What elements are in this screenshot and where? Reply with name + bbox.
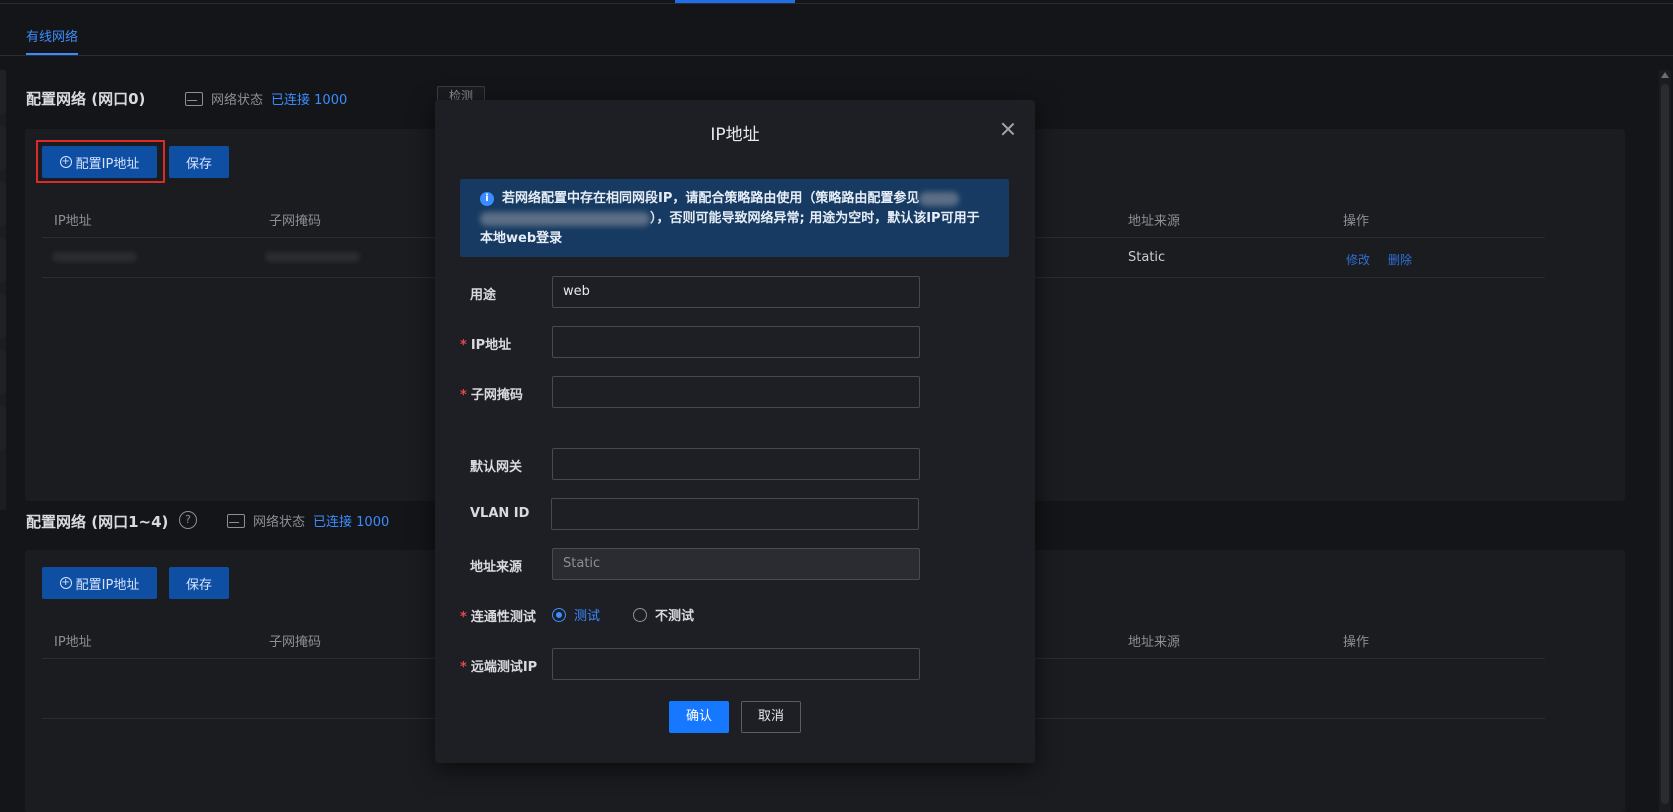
- scroll-up-icon[interactable]: [1661, 72, 1669, 78]
- left-sidebar-strip: [0, 70, 6, 510]
- mask-input[interactable]: [552, 376, 920, 408]
- sidebar-item[interactable]: [0, 406, 6, 450]
- blurred-link: [480, 211, 650, 226]
- radio-unchecked-icon: [633, 607, 647, 622]
- ip-label-text: IP地址: [470, 338, 512, 353]
- vlan-input[interactable]: [551, 498, 919, 530]
- source-label: 地址来源: [470, 560, 523, 575]
- connectivity-label: * 连通性测试: [460, 606, 536, 625]
- status-label: 网络状态: [211, 93, 264, 108]
- blurred-link: [919, 191, 960, 206]
- blurred-ip-value: [52, 252, 137, 262]
- save-button-port1-4[interactable]: 保存: [169, 567, 229, 599]
- usage-input[interactable]: web: [552, 276, 920, 308]
- sidebar-item[interactable]: [0, 182, 6, 226]
- config-ip-label: 配置IP地址: [75, 156, 140, 172]
- column-header-mask: 子网掩码: [269, 214, 322, 229]
- vlan-label: VLAN ID: [470, 506, 530, 521]
- config-ip-button-port1-4[interactable]: + 配置IP地址: [42, 567, 157, 599]
- radio-no-test-label: 不测试: [655, 609, 695, 624]
- mask-label: * 子网掩码: [460, 384, 523, 403]
- info-icon: i: [480, 192, 494, 206]
- sidebar-item[interactable]: [0, 126, 6, 170]
- radio-test-label: 测试: [574, 609, 601, 624]
- dialog-title: IP地址: [710, 125, 760, 145]
- remote-ip-input[interactable]: [552, 648, 920, 680]
- sidebar-item[interactable]: [0, 70, 6, 114]
- top-nav-active-indicator: [675, 0, 795, 3]
- confirm-button[interactable]: 确认: [669, 701, 729, 733]
- row-source-value: Static: [1128, 250, 1166, 265]
- column-header-actions: 操作: [1343, 635, 1370, 650]
- sidebar-item[interactable]: [0, 350, 6, 394]
- column-header-source: 地址来源: [1128, 635, 1181, 650]
- column-header-ip: IP地址: [54, 635, 92, 650]
- source-input: Static: [552, 548, 920, 580]
- column-header-mask: 子网掩码: [269, 635, 322, 650]
- help-icon[interactable]: ?: [179, 511, 197, 529]
- usage-label: 用途: [470, 288, 497, 303]
- scroll-thumb[interactable]: [1661, 84, 1669, 804]
- config-ip-label: 配置IP地址: [75, 577, 140, 593]
- plus-circle-icon: +: [59, 156, 72, 168]
- close-icon[interactable]: [1001, 122, 1015, 136]
- gateway-label: 默认网关: [470, 460, 523, 475]
- column-header-source: 地址来源: [1128, 214, 1181, 229]
- column-header-ip: IP地址: [54, 214, 92, 229]
- radio-test[interactable]: 测试: [552, 605, 600, 624]
- blurred-mask-value: [265, 252, 360, 262]
- plus-circle-icon: +: [59, 577, 72, 589]
- monitor-icon: [227, 513, 245, 528]
- tab-bar: 有线网络: [0, 20, 1673, 56]
- monitor-icon: [185, 91, 203, 106]
- page-scrollbar[interactable]: [1659, 70, 1671, 812]
- config-ip-button-port0[interactable]: + 配置IP地址: [42, 146, 157, 178]
- ip-label: * IP地址: [460, 334, 511, 353]
- save-button-port0[interactable]: 保存: [169, 146, 229, 178]
- required-mark: *: [460, 338, 467, 353]
- network-status-port0: 网络状态 已连接 1000: [185, 89, 347, 108]
- remote-ip-label-text: 远端测试IP: [470, 660, 538, 675]
- sidebar-item[interactable]: [0, 238, 6, 282]
- section-title-port0: 配置网络 (网口0): [26, 90, 146, 108]
- status-value: 已连接 1000: [313, 515, 390, 530]
- radio-checked-icon: [552, 607, 566, 622]
- status-label: 网络状态: [253, 515, 306, 530]
- section-title-port1-4: 配置网络 (网口1~4): [26, 513, 169, 531]
- status-value: 已连接 1000: [271, 93, 348, 108]
- mask-label-text: 子网掩码: [470, 388, 523, 403]
- required-mark: *: [460, 660, 467, 675]
- alert-text-part1: 若网络配置中存在相同网段IP，请配合策略路由使用（策略路由配置参见: [502, 191, 920, 206]
- delete-link[interactable]: 删除: [1388, 251, 1412, 268]
- remote-ip-label: * 远端测试IP: [460, 656, 537, 675]
- required-mark: *: [460, 610, 467, 625]
- cancel-button[interactable]: 取消: [741, 701, 801, 733]
- required-mark: *: [460, 388, 467, 403]
- column-header-actions: 操作: [1343, 214, 1370, 229]
- network-status-port1-4: 网络状态 已连接 1000: [227, 511, 389, 530]
- edit-link[interactable]: 修改: [1346, 251, 1370, 268]
- radio-no-test[interactable]: 不测试: [633, 605, 694, 624]
- tab-wired-network[interactable]: 有线网络: [26, 26, 79, 55]
- sidebar-item[interactable]: [0, 294, 6, 338]
- ip-address-dialog: IP地址 i 若网络配置中存在相同网段IP，请配合策略路由使用（策略路由配置参见 …: [435, 100, 1035, 763]
- top-bar: [0, 0, 1673, 4]
- gateway-input[interactable]: [552, 448, 920, 480]
- connectivity-label-text: 连通性测试: [470, 610, 536, 625]
- ip-input[interactable]: [552, 326, 920, 358]
- info-alert: i 若网络配置中存在相同网段IP，请配合策略路由使用（策略路由配置参见 ），否则可…: [460, 179, 1009, 257]
